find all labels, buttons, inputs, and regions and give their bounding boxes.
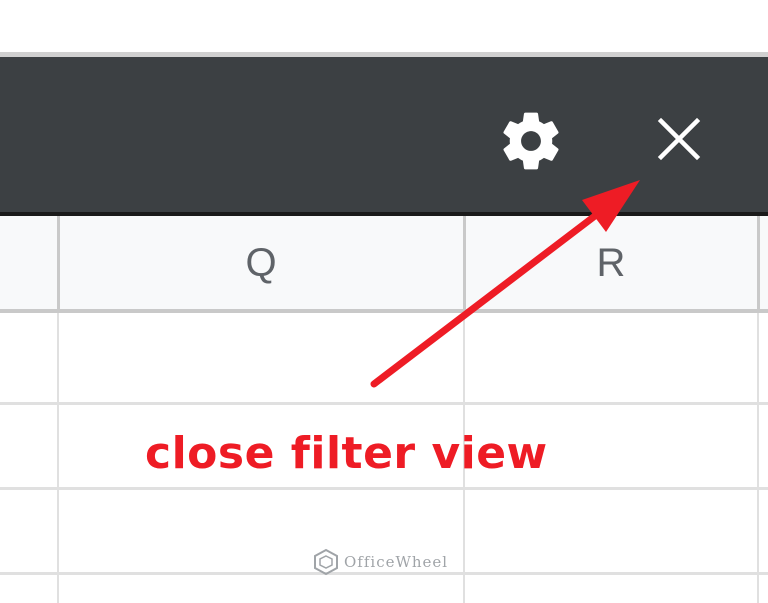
officewheel-logo-icon: [314, 548, 338, 576]
gridline-vertical: [757, 313, 759, 603]
gridline-horizontal: [0, 487, 768, 490]
watermark-text: OfficeWheel: [344, 553, 449, 571]
gridline-vertical: [57, 313, 59, 603]
page-top-area: [0, 0, 768, 52]
gridline-horizontal: [0, 402, 768, 405]
annotation-arrow: [370, 180, 640, 388]
gear-icon[interactable]: [497, 107, 565, 175]
column-divider: [757, 216, 760, 310]
watermark: OfficeWheel: [312, 548, 448, 576]
column-divider: [57, 216, 60, 310]
close-icon[interactable]: [652, 112, 706, 166]
annotation-label: close filter view: [145, 428, 548, 479]
